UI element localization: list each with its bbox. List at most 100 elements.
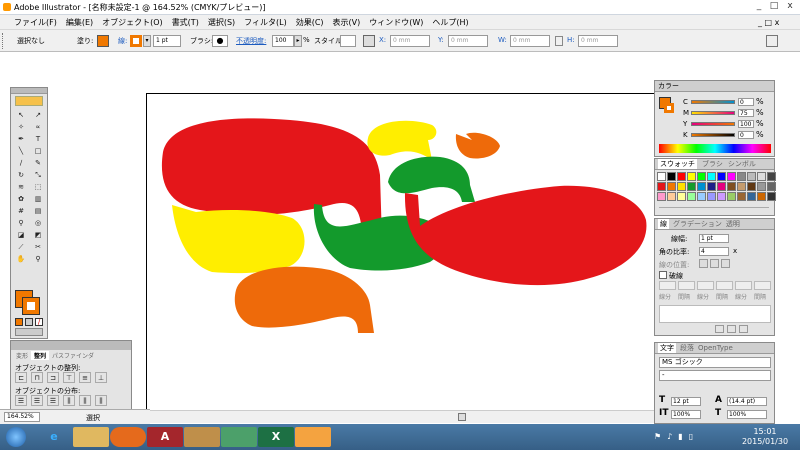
swatch-chip[interactable] xyxy=(717,192,726,201)
swatch-chip[interactable] xyxy=(697,172,706,181)
tab-pathfinder[interactable]: パスファインダ xyxy=(49,351,97,360)
dash-input[interactable] xyxy=(697,281,714,290)
tab-paragraph[interactable]: 段落 xyxy=(680,343,694,353)
swatch-chip[interactable] xyxy=(697,182,706,191)
gap-input[interactable] xyxy=(678,281,695,290)
magenta-slider[interactable] xyxy=(691,110,735,115)
color-mode-icon[interactable] xyxy=(15,318,23,326)
tray-flag-icon[interactable]: ⚑ xyxy=(654,432,661,441)
swatch-chip[interactable] xyxy=(707,172,716,181)
pencil-tool-icon[interactable]: ✎ xyxy=(30,158,46,169)
mesh-tool-icon[interactable]: # xyxy=(13,206,29,217)
blend-tool-icon[interactable]: ◎ xyxy=(30,218,46,229)
swatch-chip[interactable] xyxy=(687,172,696,181)
yellow-slider[interactable] xyxy=(691,121,735,126)
tray-keyboard-icon[interactable]: ▯ xyxy=(689,432,693,441)
zoom-tool-icon[interactable]: ⚲ xyxy=(30,254,46,265)
lasso-tool-icon[interactable]: ∝ xyxy=(30,122,46,133)
align-top-icon[interactable]: ⊤ xyxy=(63,372,75,383)
direct-selection-tool-icon[interactable]: ↗ xyxy=(30,110,46,121)
warp-tool-icon[interactable]: ≋ xyxy=(13,182,29,193)
swatch-grid[interactable] xyxy=(657,172,776,201)
hand-tool-icon[interactable]: ✋ xyxy=(13,254,29,265)
swatch-chip[interactable] xyxy=(657,192,666,201)
swatch-chip[interactable] xyxy=(767,172,776,181)
swatch-chip[interactable] xyxy=(717,172,726,181)
swatch-chip[interactable] xyxy=(677,172,686,181)
pen-tool-icon[interactable]: ✒ xyxy=(13,134,29,145)
tab-symbols[interactable]: シンボル xyxy=(728,159,756,169)
access-icon[interactable]: A xyxy=(147,427,183,447)
swatch-chip[interactable] xyxy=(677,182,686,191)
none-mode-icon[interactable]: / xyxy=(35,318,43,326)
tab-gradient[interactable]: グラデーション xyxy=(673,219,722,229)
swatch-chip[interactable] xyxy=(667,182,676,191)
color-panel-title[interactable]: カラー xyxy=(655,81,774,92)
font-style-select[interactable]: - xyxy=(659,370,771,381)
tab-transparency[interactable]: 透明 xyxy=(726,219,740,229)
leading-input[interactable]: (14.4 pt) xyxy=(727,397,767,406)
swatch-chip[interactable] xyxy=(687,192,696,201)
line-tool-icon[interactable]: ╲ xyxy=(13,146,29,157)
graph-tool-icon[interactable]: ▥ xyxy=(30,194,46,205)
swatch-chip[interactable] xyxy=(737,192,746,201)
footer-icon[interactable] xyxy=(739,325,748,333)
align-bottom-icon[interactable]: ⊥ xyxy=(95,372,107,383)
horizontal-scrollbar[interactable] xyxy=(150,410,654,423)
swatch-chip[interactable] xyxy=(737,172,746,181)
stroke-weight-input[interactable]: 1 pt xyxy=(699,234,729,243)
tab-swatches[interactable]: スウォッチ xyxy=(658,159,697,169)
gradient-mode-icon[interactable] xyxy=(25,318,33,326)
stroke-color-box[interactable] xyxy=(22,297,40,315)
tab-align[interactable]: 整列 xyxy=(31,351,50,360)
tray-volume-icon[interactable]: ♪ xyxy=(667,432,672,441)
distribute-right-icon[interactable]: ⫼ xyxy=(95,395,107,406)
gap-input[interactable] xyxy=(716,281,733,290)
tab-stroke[interactable]: 線 xyxy=(658,219,669,229)
miter-limit-input[interactable]: 4 xyxy=(699,247,729,256)
symbol-sprayer-tool-icon[interactable]: ✿ xyxy=(13,194,29,205)
illustrator-icon[interactable] xyxy=(295,427,331,447)
dash-input[interactable] xyxy=(735,281,752,290)
tray-icons[interactable]: ⚑ ♪ ▮ ▯ xyxy=(654,432,693,441)
selection-tool-icon[interactable]: ↖ xyxy=(13,110,29,121)
distribute-vcenter-icon[interactable]: ☰ xyxy=(31,395,43,406)
color-spectrum[interactable] xyxy=(659,144,771,153)
rectangle-tool-icon[interactable]: □ xyxy=(30,146,46,157)
swatch-chip[interactable] xyxy=(747,172,756,181)
font-size-input[interactable]: 12 pt xyxy=(671,397,701,406)
eyedropper-tool-icon[interactable]: ⚲ xyxy=(13,218,29,229)
live-paint-tool-icon[interactable]: ◪ xyxy=(13,230,29,241)
swatch-chip[interactable] xyxy=(757,172,766,181)
yellow-value[interactable]: 100 xyxy=(738,119,754,128)
color-stroke-box[interactable] xyxy=(664,103,674,113)
scroll-thumb[interactable] xyxy=(458,413,466,421)
fill-stroke-widget[interactable] xyxy=(15,290,41,315)
swatch-chip[interactable] xyxy=(747,182,756,191)
firefox-icon[interactable] xyxy=(110,427,146,447)
swatch-chip[interactable] xyxy=(667,172,676,181)
dashed-checkbox[interactable] xyxy=(659,271,667,279)
type-tool-icon[interactable]: T xyxy=(30,134,46,145)
magic-wand-tool-icon[interactable]: ✧ xyxy=(13,122,29,133)
excel-icon[interactable]: X xyxy=(258,427,294,447)
explorer-icon[interactable] xyxy=(73,427,109,447)
dash-input[interactable] xyxy=(659,281,676,290)
swatch-chip[interactable] xyxy=(727,192,736,201)
cyan-value[interactable]: 0 xyxy=(738,97,754,106)
screen-mode-icon[interactable] xyxy=(15,328,43,336)
free-transform-tool-icon[interactable]: ⬚ xyxy=(30,182,46,193)
swatch-chip[interactable] xyxy=(767,192,776,201)
align-left-icon[interactable]: ⊏ xyxy=(15,372,27,383)
swatch-chip[interactable] xyxy=(707,182,716,191)
swatch-chip[interactable] xyxy=(767,182,776,191)
swatch-chip[interactable] xyxy=(747,192,756,201)
font-family-select[interactable]: MS ゴシック xyxy=(659,357,771,368)
swatch-chip[interactable] xyxy=(757,192,766,201)
tab-character[interactable]: 文字 xyxy=(658,343,676,353)
magenta-value[interactable]: 75 xyxy=(738,108,754,117)
distribute-left-icon[interactable]: ⫼ xyxy=(63,395,75,406)
swatch-chip[interactable] xyxy=(657,182,666,191)
ie-icon[interactable]: e xyxy=(36,427,72,447)
network-app-icon[interactable] xyxy=(221,427,257,447)
